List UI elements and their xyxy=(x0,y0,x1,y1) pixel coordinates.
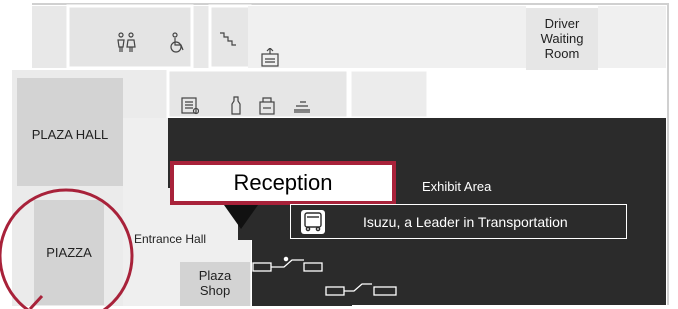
exhibit-banner[interactable]: Isuzu, a Leader in Transportation xyxy=(290,204,627,239)
reception-label: Reception xyxy=(233,170,333,195)
entrance-hall-label: Entrance Hall xyxy=(134,232,207,246)
luggage-icon xyxy=(292,98,312,119)
room-upper-right xyxy=(598,6,666,68)
vending-machine-icon xyxy=(181,97,200,120)
coin-locker-icon xyxy=(258,96,276,121)
exhibit-area-label: Exhibit Area xyxy=(422,179,492,194)
bus-icon xyxy=(299,208,327,239)
piazza-label: PIAZZA xyxy=(46,245,92,260)
elevator-icon xyxy=(260,47,280,73)
accessible-restroom-icon xyxy=(167,32,187,59)
bottle-icon xyxy=(230,96,242,121)
stairs-icon xyxy=(218,31,238,52)
room-upper-middle xyxy=(248,6,526,68)
reception-callout[interactable]: Reception xyxy=(170,161,396,205)
plaza-hall-label: PLAZA HALL xyxy=(31,127,109,142)
driver-waiting-room-label: Driver Waiting Room xyxy=(540,16,584,61)
restroom-icon xyxy=(116,32,136,59)
exhibit-banner-label: Isuzu, a Leader in Transportation xyxy=(363,214,568,230)
reception-pointer xyxy=(224,205,258,229)
room-service-right xyxy=(348,68,430,120)
plaza-shop-label: Plaza Shop xyxy=(198,268,232,298)
